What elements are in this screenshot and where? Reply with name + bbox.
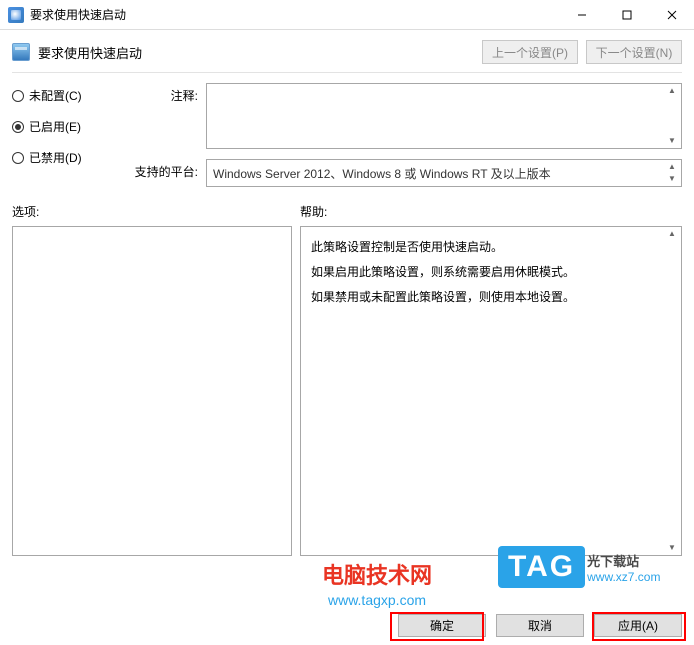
help-p1: 此策略设置控制是否使用快速启动。 xyxy=(311,235,671,260)
comment-label: 注释: xyxy=(132,83,198,104)
radio-disabled[interactable]: 已禁用(D) xyxy=(12,149,112,166)
radio-icon xyxy=(12,121,24,133)
wm1-url: www.tagxp.com xyxy=(328,592,426,608)
radio-icon xyxy=(12,152,24,164)
minimize-button[interactable] xyxy=(559,0,604,29)
divider xyxy=(12,72,682,73)
previous-setting-button[interactable]: 上一个设置(P) xyxy=(482,40,578,64)
platform-box: Windows Server 2012、Windows 8 或 Windows … xyxy=(206,159,682,187)
app-icon xyxy=(8,7,24,23)
close-icon xyxy=(667,10,677,20)
apply-button[interactable]: 应用(A) xyxy=(594,614,682,637)
radio-enabled[interactable]: 已启用(E) xyxy=(12,118,112,135)
up-arrow-icon: ▲ xyxy=(665,163,679,171)
scroll-hint: ▲ ▼ xyxy=(665,230,679,552)
radio-label: 未配置(C) xyxy=(29,87,82,104)
comment-row: 注释: ▲ ▼ xyxy=(132,83,682,149)
help-p3: 如果禁用或未配置此策略设置，则使用本地设置。 xyxy=(311,285,671,310)
radio-icon xyxy=(12,90,24,102)
platform-value: Windows Server 2012、Windows 8 或 Windows … xyxy=(213,165,551,182)
watermark-1: 电脑技术网 www.tagxp.com xyxy=(322,558,432,608)
wm1-text: 电脑技术网 xyxy=(322,558,432,590)
next-setting-button[interactable]: 下一个设置(N) xyxy=(586,40,682,64)
maximize-button[interactable] xyxy=(604,0,649,29)
close-button[interactable] xyxy=(649,0,694,29)
wm2-right: 光下载站 www.xz7.com xyxy=(587,551,660,584)
panels: 此策略设置控制是否使用快速启动。 如果启用此策略设置，则系统需要启用休眠模式。 … xyxy=(0,226,694,556)
options-label: 选项: xyxy=(12,203,300,220)
titlebar: 要求使用快速启动 xyxy=(0,0,694,30)
options-panel[interactable] xyxy=(12,226,292,556)
comment-input[interactable]: ▲ ▼ xyxy=(206,83,682,149)
watermark-2: TAG 光下载站 www.xz7.com xyxy=(498,546,660,588)
ok-button[interactable]: 确定 xyxy=(398,614,486,637)
bottom-buttons: 确定 取消 应用(A) xyxy=(398,614,682,637)
help-panel[interactable]: 此策略设置控制是否使用快速启动。 如果启用此策略设置，则系统需要启用休眠模式。 … xyxy=(300,226,682,556)
up-arrow-icon: ▲ xyxy=(665,230,679,238)
down-arrow-icon: ▼ xyxy=(665,137,679,145)
header-row: 要求使用快速启动 上一个设置(P) 下一个设置(N) xyxy=(0,30,694,72)
policy-icon xyxy=(12,43,30,61)
window-title: 要求使用快速启动 xyxy=(30,6,559,23)
up-arrow-icon: ▲ xyxy=(665,87,679,95)
radio-not-configured[interactable]: 未配置(C) xyxy=(12,87,112,104)
scroll-hint: ▲ ▼ xyxy=(665,163,679,183)
radio-group: 未配置(C) 已启用(E) 已禁用(D) xyxy=(12,83,112,187)
platform-label: 支持的平台: xyxy=(132,159,198,180)
cancel-button[interactable]: 取消 xyxy=(496,614,584,637)
config-area: 未配置(C) 已启用(E) 已禁用(D) 注释: ▲ ▼ 支持的平台: Wind xyxy=(0,83,694,187)
section-labels: 选项: 帮助: xyxy=(0,187,694,226)
radio-label: 已禁用(D) xyxy=(29,149,82,166)
policy-title: 要求使用快速启动 xyxy=(38,43,474,62)
fields-column: 注释: ▲ ▼ 支持的平台: Windows Server 2012、Windo… xyxy=(132,83,682,187)
down-arrow-icon: ▼ xyxy=(665,175,679,183)
minimize-icon xyxy=(577,10,587,20)
platform-row: 支持的平台: Windows Server 2012、Windows 8 或 W… xyxy=(132,159,682,187)
down-arrow-icon: ▼ xyxy=(665,544,679,552)
wm2-text: 光下载站 xyxy=(587,551,660,570)
radio-label: 已启用(E) xyxy=(29,118,81,135)
wm2-tag: TAG xyxy=(498,546,585,588)
wm2-url: www.xz7.com xyxy=(587,570,660,584)
help-label: 帮助: xyxy=(300,203,327,220)
scroll-hint: ▲ ▼ xyxy=(665,87,679,145)
help-p2: 如果启用此策略设置，则系统需要启用休眠模式。 xyxy=(311,260,671,285)
maximize-icon xyxy=(622,10,632,20)
